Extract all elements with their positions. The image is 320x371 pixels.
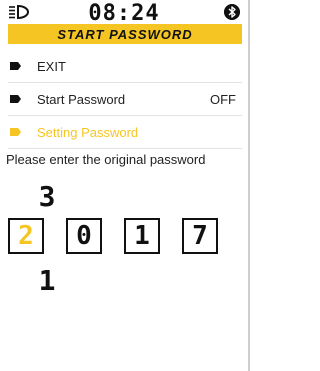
password-digit-4[interactable]: 7 xyxy=(182,218,218,254)
digit-scroll-next[interactable]: 1 xyxy=(34,264,60,297)
menu-item-label: Setting Password xyxy=(37,124,139,140)
tag-marker-icon xyxy=(10,95,21,103)
tag-marker-icon xyxy=(10,62,21,70)
password-digit-2[interactable]: 0 xyxy=(66,218,102,254)
menu-list: EXIT Start Password OFF Setting Password xyxy=(8,50,242,149)
screen-title: START PASSWORD xyxy=(57,26,193,42)
menu-item-label: Start Password xyxy=(37,91,126,107)
digit-scroll-previous[interactable]: 3 xyxy=(34,180,60,213)
menu-item-label: EXIT xyxy=(37,58,66,74)
menu-item-exit[interactable]: EXIT xyxy=(8,50,242,83)
screen-title-bar: START PASSWORD xyxy=(8,24,242,44)
status-bar: 08:24 xyxy=(0,0,248,26)
bluetooth-icon xyxy=(224,4,240,20)
display-screen: 08:24 START PASSWORD EXIT Start Password… xyxy=(0,0,250,371)
password-digits: 2 0 1 7 xyxy=(8,218,218,254)
password-digit-1[interactable]: 2 xyxy=(8,218,44,254)
password-digit-3[interactable]: 1 xyxy=(124,218,160,254)
menu-item-start-password[interactable]: Start Password OFF xyxy=(8,83,242,116)
menu-item-setting-password[interactable]: Setting Password xyxy=(8,116,242,149)
tag-marker-icon xyxy=(10,128,21,136)
clock: 08:24 xyxy=(88,1,160,26)
menu-item-value: OFF xyxy=(210,91,236,107)
password-prompt: Please enter the original password xyxy=(6,152,206,167)
